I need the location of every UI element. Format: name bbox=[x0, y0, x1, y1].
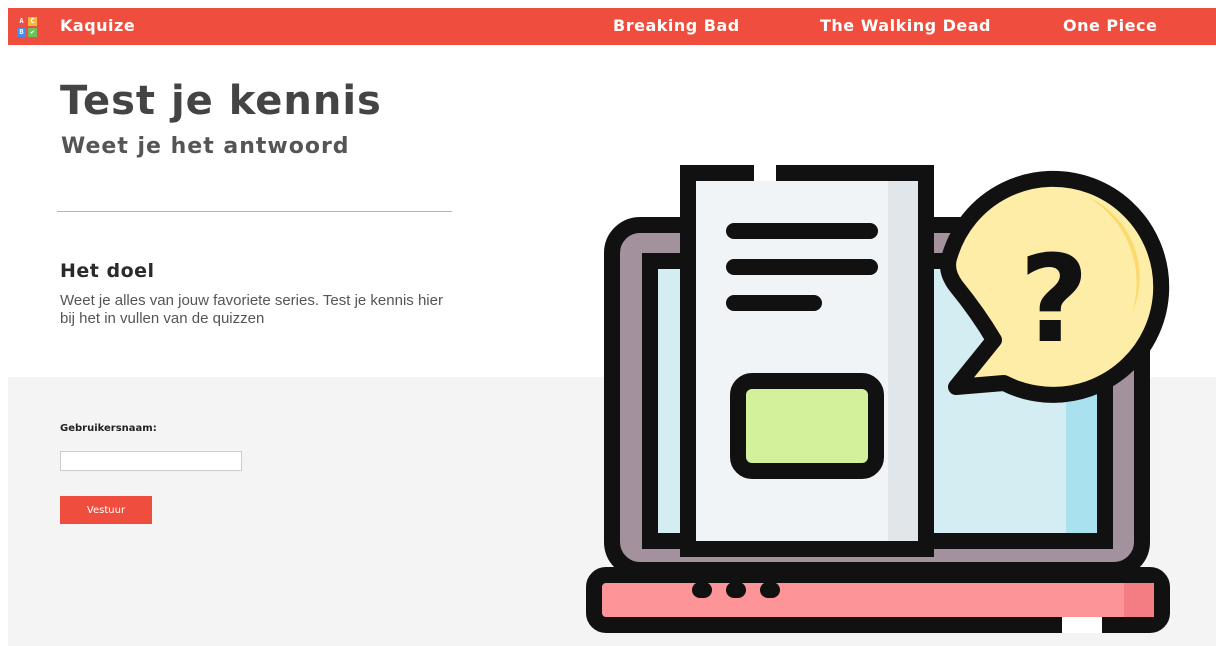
question-mark-icon: ? bbox=[1019, 231, 1089, 370]
nav-link-breaking-bad[interactable]: Breaking Bad bbox=[613, 16, 740, 35]
submit-button[interactable]: Vestuur bbox=[60, 496, 152, 524]
nav-link-one-piece[interactable]: One Piece bbox=[1063, 16, 1157, 35]
logo-check: ✔ bbox=[28, 28, 37, 37]
username-label: Gebruikersnaam: bbox=[60, 423, 157, 434]
page-title: Test je kennis bbox=[60, 78, 382, 124]
brand-name[interactable]: Kaquize bbox=[60, 16, 135, 35]
divider bbox=[57, 211, 452, 212]
logo-letter-b: B bbox=[17, 28, 26, 37]
username-input[interactable] bbox=[60, 451, 242, 471]
quiz-logo-icon[interactable]: A C B ✔ bbox=[17, 17, 37, 37]
logo-letter-a: A bbox=[17, 17, 26, 26]
navbar: A C B ✔ Kaquize Breaking Bad The Walking… bbox=[8, 8, 1216, 45]
goal-description: Weet je alles van jouw favoriete series.… bbox=[60, 292, 443, 327]
page-subtitle: Weet je het antwoord bbox=[61, 134, 350, 159]
laptop-quiz-illustration-icon: ? bbox=[586, 165, 1170, 633]
logo-letter-c: C bbox=[28, 17, 37, 26]
nav-link-the-walking-dead[interactable]: The Walking Dead bbox=[820, 16, 991, 35]
goal-heading: Het doel bbox=[60, 260, 155, 282]
